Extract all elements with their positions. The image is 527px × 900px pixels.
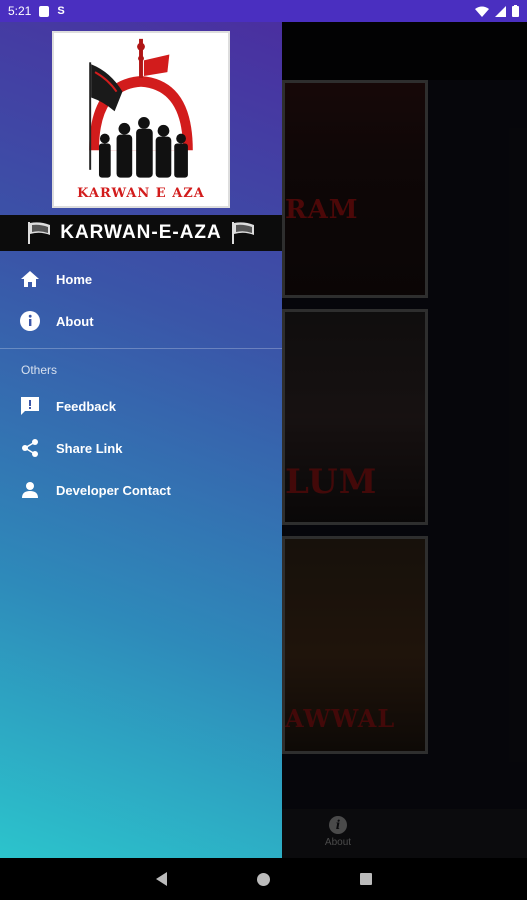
share-icon (20, 438, 40, 458)
menu-item-share-link[interactable]: Share Link (0, 427, 282, 469)
menu-item-label: Home (56, 271, 93, 287)
drawer-menu: Home About Others Feedback Share Link De… (0, 258, 282, 511)
no-signal-icon (495, 5, 506, 17)
status-time: 5:21 (8, 4, 32, 18)
status-bar: 5:21 S (0, 0, 527, 22)
drawer-title-bar: KARWAN-E-AZA (0, 215, 282, 251)
recents-icon[interactable] (359, 873, 372, 885)
wifi-icon (475, 6, 489, 17)
home-button-icon[interactable] (256, 872, 270, 886)
menu-item-developer-contact[interactable]: Developer Contact (0, 469, 282, 511)
app-logo: KARWAN E AZA (52, 31, 230, 208)
menu-item-label: Feedback (56, 398, 116, 414)
menu-item-label: Developer Contact (56, 482, 171, 498)
battery-icon (512, 5, 519, 17)
back-icon[interactable] (155, 872, 167, 886)
navigation-drawer: KARWAN E AZA KARWAN-E-AZA Home About Oth… (0, 22, 282, 858)
menu-item-feedback[interactable]: Feedback (0, 385, 282, 427)
s-notification-icon: S (57, 5, 65, 17)
section-title-others: Others (21, 363, 58, 377)
drawer-title: KARWAN-E-AZA (60, 222, 222, 243)
menu-item-label: Share Link (56, 440, 123, 456)
menu-item-about[interactable]: About (0, 300, 282, 342)
drawer-header: KARWAN E AZA (0, 22, 282, 217)
sim-card-icon (39, 5, 50, 17)
logo-image (89, 38, 193, 178)
flag-icon (231, 222, 254, 244)
feedback-icon (20, 396, 40, 416)
menu-item-label: About (56, 313, 94, 329)
menu-item-home[interactable]: Home (0, 258, 282, 300)
logo-caption: KARWAN E AZA (77, 186, 205, 201)
info-icon (20, 311, 40, 331)
person-icon (20, 480, 40, 500)
system-navigation-bar (0, 858, 527, 900)
flag-icon (28, 222, 51, 244)
home-icon (20, 269, 40, 289)
